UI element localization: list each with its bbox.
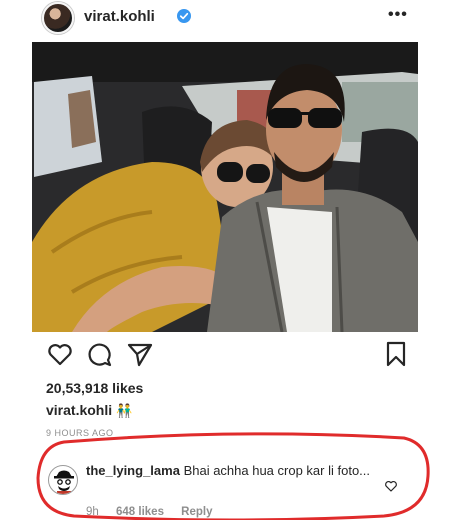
post-username[interactable]: virat.kohli xyxy=(84,8,155,25)
comment-username[interactable]: the_lying_lama xyxy=(86,463,180,478)
comment-body: Bhai achha hua crop kar li foto... xyxy=(183,463,371,478)
post-photo[interactable] xyxy=(32,42,418,332)
caption: virat.kohli 👬 xyxy=(46,402,132,419)
more-options-button[interactable]: ••• xyxy=(388,6,408,24)
verified-icon xyxy=(177,9,191,23)
comment-icon[interactable] xyxy=(86,340,114,368)
comment-meta: 9h 648 likes Reply xyxy=(86,506,227,518)
share-icon[interactable] xyxy=(126,340,154,368)
post-timestamp: 9 HOURS AGO xyxy=(46,428,114,438)
comment-avatar[interactable] xyxy=(48,465,78,495)
heart-icon[interactable] xyxy=(46,340,74,368)
comment-time: 9h xyxy=(86,506,99,518)
photo-illustration xyxy=(32,42,418,332)
comment-text: the_lying_lama Bhai achha hua crop kar l… xyxy=(86,462,376,480)
caption-username[interactable]: virat.kohli xyxy=(46,402,112,418)
reply-button[interactable]: Reply xyxy=(181,506,212,518)
like-count[interactable]: 20,53,918 likes xyxy=(46,380,143,396)
bookmark-icon[interactable] xyxy=(382,340,410,368)
comment-heart-icon[interactable] xyxy=(384,479,398,493)
comment-likes[interactable]: 648 likes xyxy=(116,506,164,518)
post-header: virat.kohli ••• xyxy=(0,0,450,36)
action-bar xyxy=(0,340,450,370)
profile-avatar[interactable] xyxy=(42,2,74,34)
caption-emoji: 👬 xyxy=(116,403,133,418)
